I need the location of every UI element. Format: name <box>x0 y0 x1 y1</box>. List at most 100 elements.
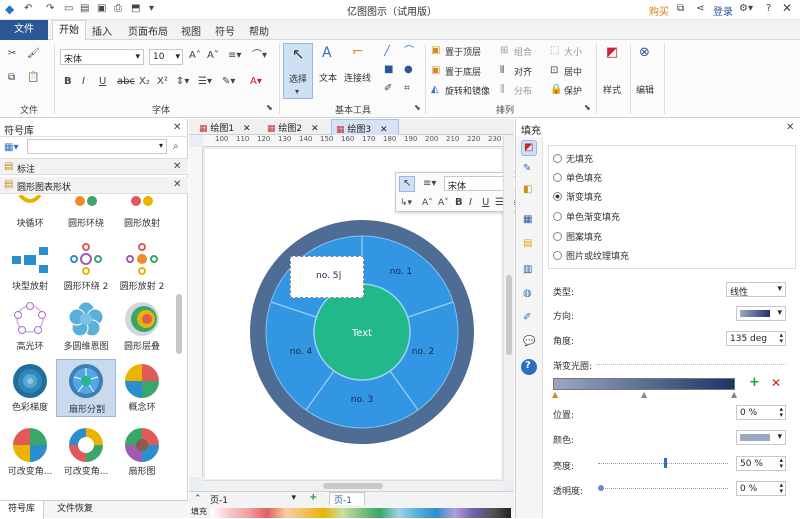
library-item-color-gradient[interactable]: 色彩梯度 <box>0 361 60 413</box>
italic-icon[interactable]: I <box>82 76 85 88</box>
library-item-variable-angle-2[interactable]: 可改变角... <box>56 425 116 477</box>
line-spacing-icon[interactable]: ⇕▾ <box>176 76 189 88</box>
fill-option-gradient[interactable]: 渐变填充 <box>553 190 602 203</box>
close-tab-icon[interactable]: ✕ <box>243 124 251 134</box>
library-item-block-radial[interactable]: 块型放射 <box>0 241 60 293</box>
vertical-scroll-thumb[interactable] <box>506 275 512 355</box>
font-name-select[interactable]: 宋体 ▾ <box>60 49 144 65</box>
font-size-select[interactable]: 10 ▾ <box>149 49 183 65</box>
doc-tab-1[interactable]: ▦ 绘图1 ✕ <box>195 120 261 135</box>
tab-file[interactable]: 文件 <box>0 20 48 40</box>
mini-grow-font-icon[interactable]: A˄ <box>422 197 433 209</box>
attachment-tab-icon[interactable]: ✐ <box>521 311 537 327</box>
font-dialog-launcher-icon[interactable]: ⬊ <box>266 102 273 114</box>
line-style-icon[interactable]: ⌒▾ <box>252 50 267 62</box>
bold-icon[interactable]: B <box>64 76 72 88</box>
mini-select-button[interactable]: ↖ <box>399 176 415 192</box>
pen-tool-icon[interactable]: ✐ <box>384 83 392 95</box>
position-spinner[interactable]: 0 % ▴ ▾ <box>736 405 786 420</box>
close-tab-icon[interactable]: ✕ <box>311 124 319 134</box>
horizontal-scroll-thumb[interactable] <box>323 483 383 489</box>
highlight-icon[interactable]: ✎▾ <box>222 76 235 88</box>
tab-page-layout[interactable]: 页面布局 <box>128 23 168 38</box>
segment-label-2[interactable]: no. 2 <box>412 347 435 357</box>
doc-tab-2[interactable]: ▦ 绘图2 ✕ <box>263 120 329 135</box>
bullets-icon[interactable]: ☰▾ <box>198 76 212 88</box>
gradient-stop-handle-mid[interactable]: ▲ <box>641 389 647 401</box>
strikethrough-icon[interactable]: abc <box>117 76 135 88</box>
help-tab-icon[interactable]: ? <box>521 359 537 375</box>
font-color-icon[interactable]: A▾ <box>250 76 262 88</box>
transparency-slider-thumb[interactable] <box>598 485 604 491</box>
paste-icon[interactable]: 📋 <box>27 72 39 84</box>
new-file-icon[interactable]: ▭ <box>64 3 73 15</box>
grow-font-icon[interactable]: A˄ <box>189 50 201 62</box>
gradient-stop-handle-start[interactable]: ▲ <box>552 389 558 401</box>
shrink-font-icon[interactable]: A˅ <box>207 50 219 62</box>
undo-icon[interactable]: ↶ <box>24 3 32 15</box>
superscript-icon[interactable]: X² <box>157 76 168 88</box>
select-tool-button[interactable]: ↖ 选择 ▾ <box>283 43 313 99</box>
image-tab-icon[interactable]: ▦ <box>521 213 537 229</box>
export-icon[interactable]: ⬒ <box>131 3 140 15</box>
brightness-spinner[interactable]: 50 % ▴ ▾ <box>736 456 786 471</box>
close-window-icon[interactable]: ✕ <box>782 2 792 14</box>
segment-5-text-editor[interactable]: no. 5| <box>290 256 364 298</box>
mini-shrink-font-icon[interactable]: A˅ <box>438 197 449 209</box>
paragraph-align-icon[interactable]: ≡▾ <box>228 50 241 62</box>
gradient-stop-handle-end[interactable]: ▲ <box>731 389 737 401</box>
share-screen-icon[interactable]: ⧉ <box>677 3 684 15</box>
shadow-tab-icon[interactable]: ◧ <box>521 183 537 199</box>
rectangle-tool-icon[interactable]: ■ <box>384 64 393 76</box>
close-category-icon[interactable]: ✕ <box>173 179 181 191</box>
library-item-multi-venn[interactable]: 多圆维恩图 <box>56 299 116 353</box>
ellipse-tool-icon[interactable]: ● <box>404 64 413 76</box>
library-item-sector-split[interactable]: 扇形分割 <box>56 359 116 417</box>
tab-view[interactable]: 视图 <box>181 23 201 38</box>
search-icon[interactable]: ⌕ <box>173 141 179 153</box>
layers-tab-icon[interactable]: ▤ <box>521 237 537 253</box>
hyperlink-tab-icon[interactable]: ◍ <box>521 287 537 303</box>
mini-italic-icon[interactable]: I <box>469 197 472 209</box>
library-item-sector-chart[interactable]: 扇形图 <box>112 425 172 477</box>
library-item-circle-wrap-2[interactable]: 圆形环绕 2 <box>56 241 116 293</box>
login-link[interactable]: 登录 <box>713 3 733 18</box>
fill-option-pattern[interactable]: 图案填充 <box>553 230 602 243</box>
customize-icon[interactable]: ▾ <box>149 3 154 15</box>
open-folder-icon[interactable]: ▤ <box>80 3 89 15</box>
tab-symbol-library[interactable]: 符号库 <box>0 501 44 519</box>
subscript-icon[interactable]: X₂ <box>139 76 150 88</box>
segment-label-1[interactable]: no. 1 <box>390 267 413 277</box>
mini-connector-icon[interactable]: ↳▾ <box>400 197 412 209</box>
mini-font-select[interactable]: 宋体▾ <box>444 176 510 192</box>
connector-tool-button[interactable]: ⌐ 连接线 <box>344 43 376 99</box>
doc-tab-3-active[interactable]: ▦ 绘图3 ✕ <box>331 119 399 136</box>
add-stop-icon[interactable]: + <box>749 376 760 389</box>
library-item-concept-ring[interactable]: 概念环 <box>112 361 172 413</box>
vertical-scrollbar[interactable] <box>503 135 514 479</box>
color-select[interactable]: ▾ <box>736 430 786 445</box>
tools-dialog-launcher-icon[interactable]: ⬊ <box>414 102 421 114</box>
underline-icon[interactable]: U <box>99 76 106 88</box>
collapse-icon[interactable]: ⌃ <box>194 493 202 505</box>
library-search-input[interactable]: ▾ <box>27 139 167 154</box>
fill-option-none[interactable]: 无填充 <box>553 152 593 165</box>
share-icon[interactable]: ⋖ <box>696 3 704 15</box>
fill-option-solid[interactable]: 单色填充 <box>553 171 602 184</box>
save-icon[interactable]: ▣ <box>97 3 106 15</box>
tab-insert[interactable]: 插入 <box>92 23 112 38</box>
close-category-icon[interactable]: ✕ <box>173 161 181 173</box>
segment-label-5[interactable]: no. 5| <box>316 271 342 281</box>
close-fill-panel-icon[interactable]: ✕ <box>786 122 794 134</box>
copy-icon[interactable]: ⧉ <box>8 72 15 84</box>
arc-tool-icon[interactable]: ⌒ <box>404 46 414 58</box>
edit-button[interactable]: ⊗ 编辑 <box>633 43 661 103</box>
remove-stop-icon[interactable]: ✕ <box>771 377 781 389</box>
add-page-icon[interactable]: + <box>309 492 317 504</box>
line-tool-icon[interactable]: ╱ <box>384 46 390 58</box>
brightness-slider-thumb[interactable] <box>664 458 667 468</box>
fill-option-single-gradient[interactable]: 单色渐变填充 <box>553 210 620 223</box>
page-tab-icon[interactable]: ▥ <box>521 263 537 279</box>
library-item-circle-wrap[interactable]: 圆形环绕 <box>56 195 116 231</box>
line-tab-icon[interactable]: ✎ <box>521 162 537 178</box>
